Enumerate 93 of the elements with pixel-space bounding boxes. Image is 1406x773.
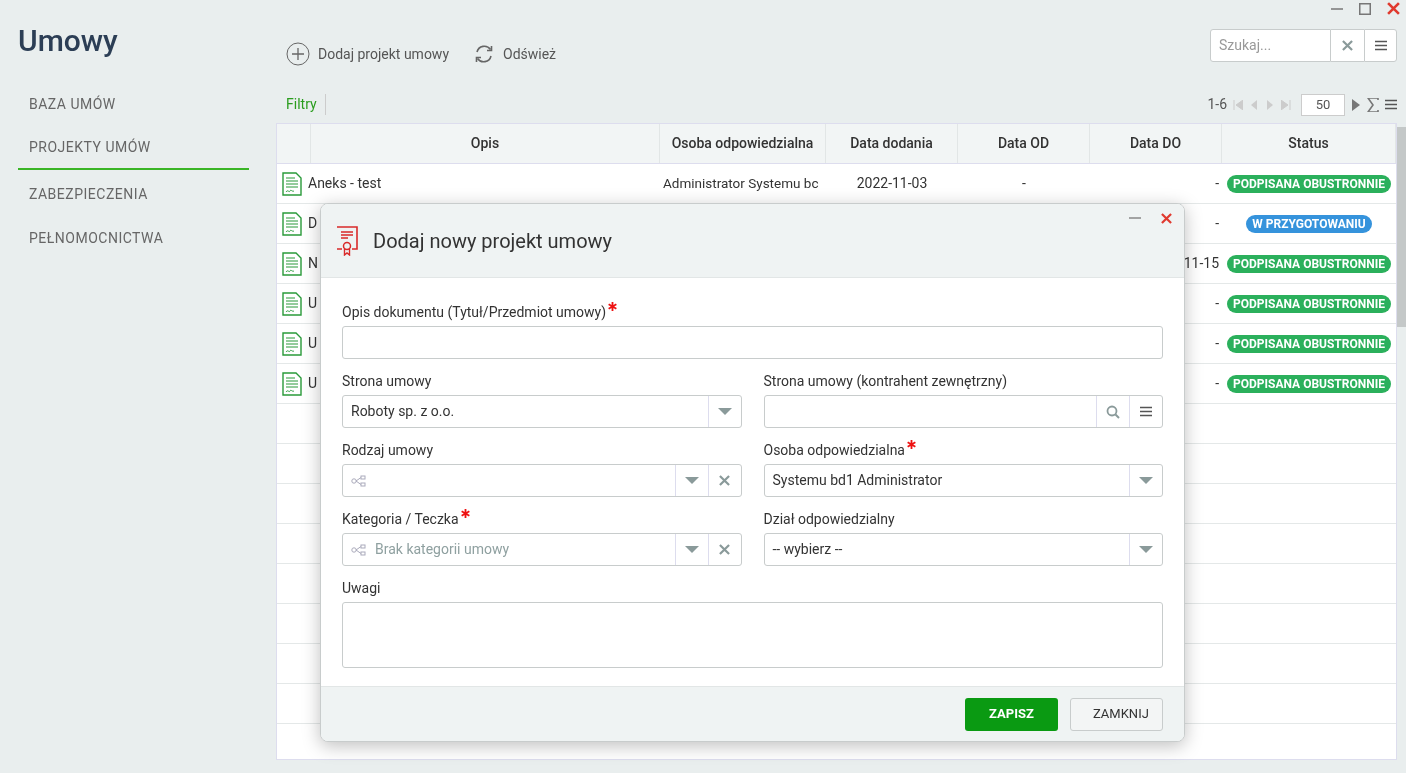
status-badge: PODPISANA OBUSTRONNIE	[1227, 334, 1391, 353]
document-icon	[282, 291, 302, 316]
field-label: Dział odpowiedzialny	[763, 511, 895, 527]
caret-icon	[717, 407, 732, 416]
select-value: Systemu bd1 Administrator	[771, 471, 944, 490]
save-button[interactable]: ZAPISZ	[965, 697, 1058, 731]
hierarchy-icon	[351, 474, 367, 487]
caret-icon	[1139, 476, 1153, 485]
field-label: Strona umowy	[342, 373, 432, 389]
document-icon	[282, 371, 302, 396]
table-cell: 11-15	[1183, 255, 1219, 271]
field-label: Uwagi	[342, 580, 381, 596]
table-cell: D	[308, 215, 318, 231]
table-cell: U	[308, 295, 318, 311]
placeholder-text: Brak kategorii umowy	[375, 540, 510, 559]
search-field[interactable]: Szukaj...	[1210, 28, 1331, 62]
status-badge: PODPISANA OBUSTRONNIE	[1227, 174, 1391, 193]
column-header[interactable]: Data DO	[1090, 124, 1222, 163]
table-cell: Administrator Systemu bc	[663, 175, 819, 192]
menu-button[interactable]	[1364, 28, 1397, 62]
table-cell: -	[1215, 295, 1219, 311]
column-header[interactable]: Opis	[311, 124, 660, 163]
table-cell: -	[1215, 375, 1219, 391]
column-header[interactable]: Status	[1222, 124, 1396, 163]
select-field[interactable]: Systemu bd1 Administrator	[763, 464, 1163, 497]
certificate-icon	[335, 225, 359, 256]
dialog-title: Dodaj nowy projekt umowy	[373, 227, 613, 255]
search-icon	[1106, 404, 1120, 419]
last-page-icon[interactable]	[1281, 99, 1291, 110]
close-button[interactable]: ZAMKNIJ	[1070, 697, 1163, 731]
menu-icon	[1140, 406, 1152, 417]
status-badge: W PRZYGOTOWANIU	[1246, 214, 1372, 233]
close-icon	[719, 475, 730, 486]
caret-icon	[684, 545, 699, 554]
table-cell: U	[308, 375, 318, 391]
table-cell: -	[1215, 175, 1219, 191]
field-label: Kategoria / Teczka	[342, 511, 459, 527]
column-header[interactable]: Data dodania	[826, 124, 958, 163]
table-cell: -	[1215, 215, 1219, 231]
page-title: Umowy	[18, 24, 119, 58]
table-cell: 2022-11-03	[856, 175, 928, 191]
next-page-icon[interactable]	[1265, 99, 1275, 110]
refresh-button[interactable]: Odśwież	[473, 43, 557, 65]
document-icon	[282, 211, 302, 236]
document-icon	[282, 251, 302, 276]
status-badge: PODPISANA OBUSTRONNIE	[1227, 254, 1391, 273]
refresh-icon	[473, 43, 495, 65]
table-cell: U	[308, 335, 318, 351]
first-page-icon[interactable]	[1233, 99, 1243, 110]
sidebar-item[interactable]: ZABEZPIECZENIA	[18, 172, 249, 216]
select-field[interactable]: Roboty sp. z o.o.	[342, 395, 742, 428]
select-value: Roboty sp. z o.o.	[350, 402, 456, 421]
status-badge: PODPISANA OBUSTRONNIE	[1227, 374, 1391, 393]
document-icon	[282, 171, 302, 196]
column-header[interactable]: Data OD	[958, 124, 1090, 163]
select-value: -- wybierz --	[771, 540, 844, 559]
next-icon[interactable]	[1351, 98, 1361, 111]
field-label: Strona umowy (kontrahent zewnętrzny)	[763, 373, 1008, 389]
input-field[interactable]	[342, 326, 1163, 359]
sidebar-item[interactable]: BAZA UMÓW	[18, 82, 249, 126]
table-cell: -	[1022, 175, 1026, 191]
field-label: Rodzaj umowy	[342, 442, 433, 458]
add-button[interactable]: Dodaj projekt umowy	[286, 42, 449, 66]
field-label: Opis dokumentu (Tytuł/Przedmiot umowy)	[342, 304, 607, 320]
caret-icon	[684, 476, 699, 485]
close-icon	[1161, 212, 1172, 224]
field-label: Osoba odpowiedzialna	[763, 442, 905, 458]
status-badge: PODPISANA OBUSTRONNIE	[1227, 294, 1391, 313]
close-icon	[1387, 2, 1400, 15]
maximize-icon[interactable]	[1359, 2, 1371, 15]
menu-icon	[1385, 99, 1397, 110]
column-header[interactable]: Osoba odpowiedzialna	[660, 124, 826, 163]
menu-icon	[1374, 39, 1387, 51]
table-cell: -	[1215, 335, 1219, 351]
close-icon	[1342, 39, 1353, 51]
table-cell: Aneks - test	[308, 175, 382, 191]
sum-icon[interactable]	[1367, 97, 1379, 112]
lookup-field[interactable]	[763, 395, 1163, 428]
document-icon	[282, 331, 302, 356]
page-size-field[interactable]: 50	[1301, 93, 1345, 116]
notes-field[interactable]	[342, 602, 1163, 668]
sidebar-item[interactable]: PROJEKTY UMÓW	[18, 126, 249, 170]
previous-page-icon[interactable]	[1249, 99, 1259, 110]
page-range: 1-6	[1207, 95, 1227, 114]
caret-icon	[1139, 545, 1153, 554]
scrollbar[interactable]	[1397, 127, 1406, 327]
table-cell: N	[308, 255, 318, 271]
select-field[interactable]: -- wybierz --	[763, 533, 1163, 566]
tree-select-field[interactable]	[342, 464, 742, 497]
hierarchy-icon	[351, 543, 367, 556]
close-icon	[719, 544, 730, 555]
plus-circle-icon	[286, 42, 310, 66]
sidebar-item[interactable]: PEŁNOMOCNICTWA	[18, 216, 249, 260]
